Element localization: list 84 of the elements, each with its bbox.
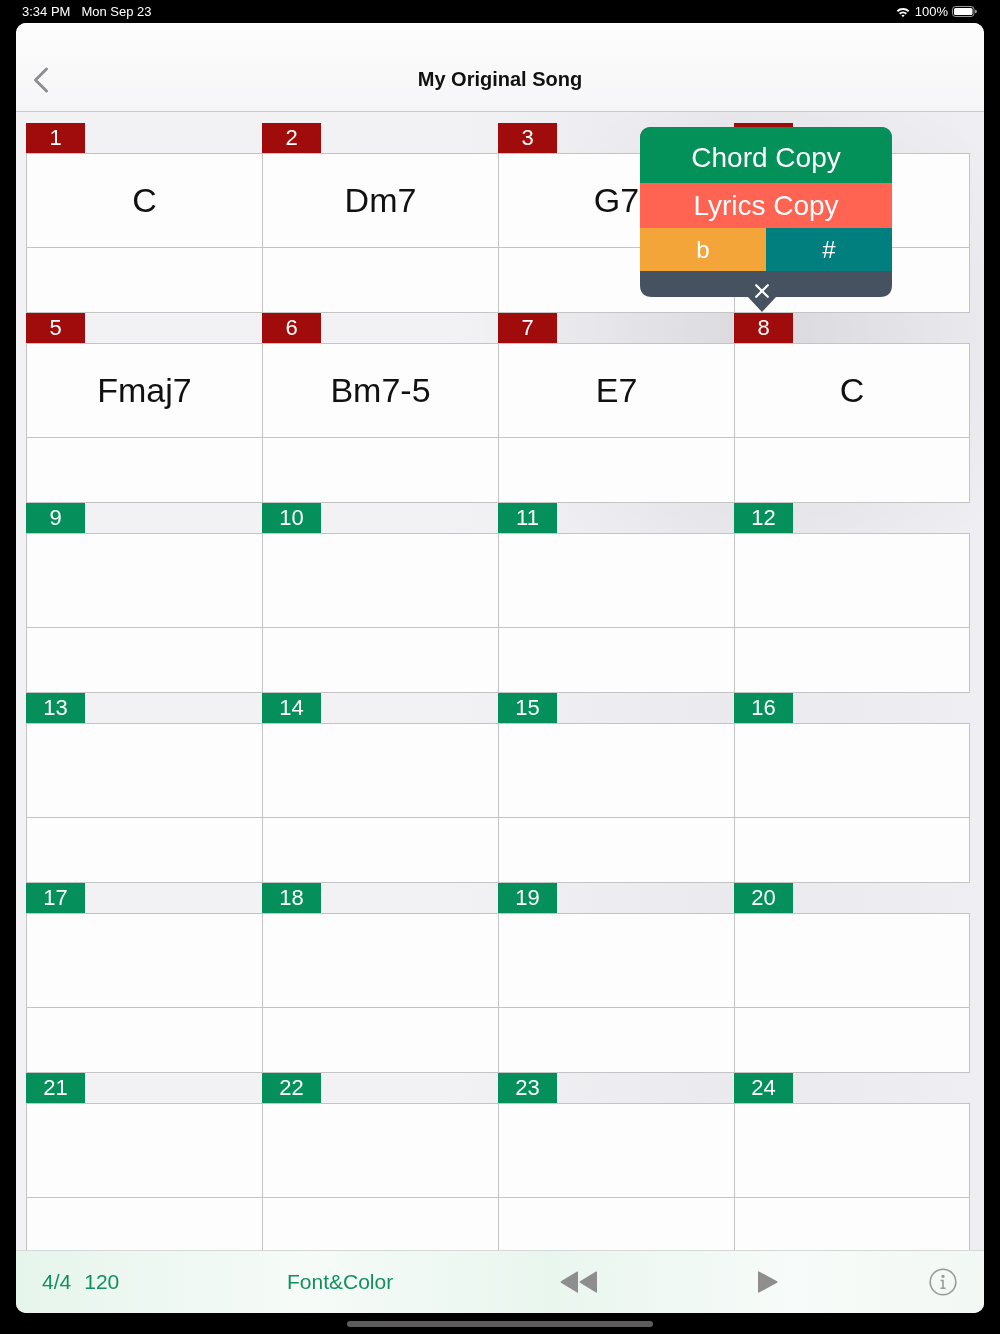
- status-date: Mon Sep 23: [81, 4, 152, 19]
- bar-number[interactable]: 8: [734, 313, 793, 343]
- lyrics-field[interactable]: [26, 437, 262, 503]
- battery-icon: [952, 6, 977, 17]
- lyrics-field[interactable]: [262, 627, 498, 693]
- bar-number[interactable]: 7: [498, 313, 557, 343]
- lyrics-field[interactable]: [262, 1007, 498, 1073]
- lyrics-field[interactable]: [262, 437, 498, 503]
- chord-cell[interactable]: C: [734, 343, 970, 437]
- bar-number[interactable]: 13: [26, 693, 85, 723]
- back-icon[interactable]: [33, 66, 49, 93]
- bar-number[interactable]: 23: [498, 1073, 557, 1103]
- bar-number[interactable]: 16: [734, 693, 793, 723]
- chord-cell[interactable]: [26, 1103, 262, 1197]
- chord-cell[interactable]: [498, 913, 734, 1007]
- tempo[interactable]: 120: [84, 1270, 120, 1294]
- sharp-button[interactable]: #: [766, 228, 892, 271]
- chord-cell[interactable]: [498, 1103, 734, 1197]
- info-icon[interactable]: [929, 1268, 957, 1296]
- bar-number[interactable]: 10: [262, 503, 321, 533]
- rewind-icon[interactable]: [560, 1271, 597, 1293]
- bar-number[interactable]: 18: [262, 883, 321, 913]
- time-signature[interactable]: 4/4: [42, 1270, 72, 1294]
- lyrics-field[interactable]: [734, 817, 970, 883]
- lyrics-field[interactable]: [498, 627, 734, 693]
- bar-number[interactable]: 22: [262, 1073, 321, 1103]
- lyrics-copy-button[interactable]: Lyrics Copy: [640, 183, 892, 228]
- chord-cell[interactable]: [498, 533, 734, 627]
- chord-cell[interactable]: [26, 913, 262, 1007]
- bar-number[interactable]: 9: [26, 503, 85, 533]
- chord-cell[interactable]: Dm7: [262, 153, 498, 247]
- bar-number[interactable]: 12: [734, 503, 793, 533]
- lyrics-field[interactable]: [734, 627, 970, 693]
- close-icon[interactable]: [755, 284, 769, 298]
- play-icon[interactable]: [758, 1271, 778, 1293]
- bar-number[interactable]: 21: [26, 1073, 85, 1103]
- bar-number[interactable]: 5: [26, 313, 85, 343]
- status-time: 3:34 PM: [22, 4, 71, 19]
- bar-number[interactable]: 2: [262, 123, 321, 153]
- lyrics-field[interactable]: [498, 817, 734, 883]
- lyrics-field[interactable]: [498, 437, 734, 503]
- chord-copy-button[interactable]: Chord Copy: [640, 127, 892, 183]
- chord-cell[interactable]: [734, 533, 970, 627]
- lyrics-field[interactable]: [734, 437, 970, 503]
- bar-number[interactable]: 17: [26, 883, 85, 913]
- lyrics-field[interactable]: [26, 1007, 262, 1073]
- bar-number[interactable]: 1: [26, 123, 85, 153]
- chord-cell[interactable]: [734, 723, 970, 817]
- lyrics-field[interactable]: [26, 627, 262, 693]
- chord-cell[interactable]: [262, 913, 498, 1007]
- bar-number[interactable]: 6: [262, 313, 321, 343]
- chord-cell[interactable]: Fmaj7: [26, 343, 262, 437]
- wifi-icon: [895, 6, 910, 17]
- bar-number[interactable]: 11: [498, 503, 557, 533]
- song-title: My Original Song: [416, 68, 584, 91]
- lyrics-field[interactable]: [26, 1197, 262, 1250]
- lyrics-field[interactable]: [734, 1007, 970, 1073]
- chord-cell[interactable]: [26, 723, 262, 817]
- chord-cell[interactable]: [734, 1103, 970, 1197]
- lyrics-field[interactable]: [498, 1197, 734, 1250]
- chord-cell[interactable]: E7: [498, 343, 734, 437]
- chord-cell[interactable]: C: [26, 153, 262, 247]
- lyrics-field[interactable]: [734, 1197, 970, 1250]
- chord-cell[interactable]: [498, 723, 734, 817]
- bar-number[interactable]: 3: [498, 123, 557, 153]
- bar-number[interactable]: 15: [498, 693, 557, 723]
- bar-number[interactable]: 20: [734, 883, 793, 913]
- battery-percent: 100%: [914, 4, 948, 19]
- chord-cell[interactable]: [26, 533, 262, 627]
- lyrics-field[interactable]: [262, 817, 498, 883]
- chord-cell[interactable]: [734, 913, 970, 1007]
- lyrics-field[interactable]: [26, 247, 262, 313]
- lyrics-field[interactable]: [26, 817, 262, 883]
- chord-cell[interactable]: [262, 1103, 498, 1197]
- lyrics-field[interactable]: [262, 247, 498, 313]
- bar-number[interactable]: 14: [262, 693, 321, 723]
- chord-cell[interactable]: [262, 723, 498, 817]
- font-color-button[interactable]: Font&Color: [287, 1270, 394, 1294]
- chord-cell[interactable]: Bm7-5: [262, 343, 498, 437]
- lyrics-field[interactable]: [262, 1197, 498, 1250]
- bar-number[interactable]: 24: [734, 1073, 793, 1103]
- chord-cell[interactable]: [262, 533, 498, 627]
- lyrics-field[interactable]: [498, 1007, 734, 1073]
- bar-number[interactable]: 19: [498, 883, 557, 913]
